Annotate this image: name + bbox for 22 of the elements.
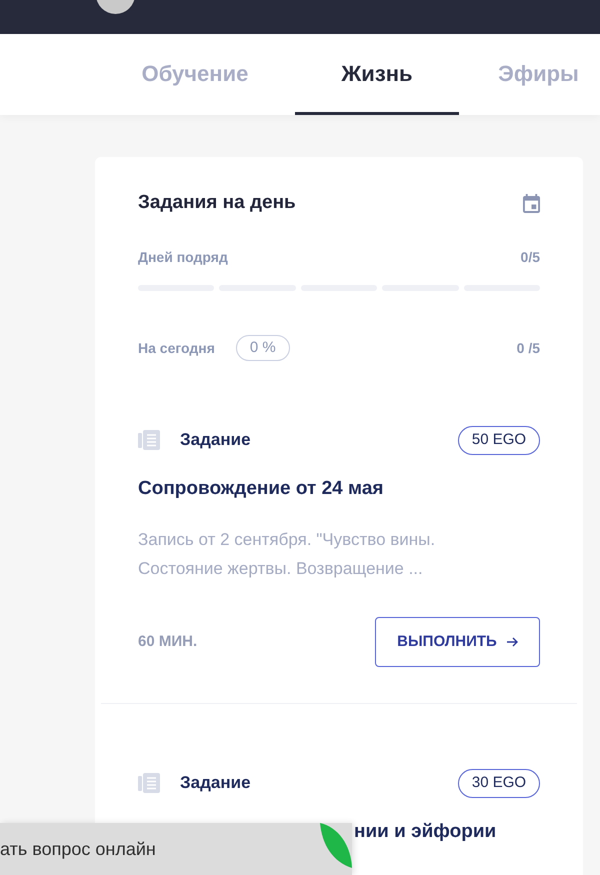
task-type-label: Задание [180, 772, 251, 794]
tab[interactable]: Жизнь [295, 34, 459, 115]
article-icon [138, 430, 160, 450]
streak-label: Дней подряд [138, 248, 228, 267]
calendar-icon[interactable] [523, 194, 540, 212]
today-count: 0 /5 [516, 338, 540, 358]
task-description: Запись от 2 сентября. "Чувство вины. Состояние жертвы. Возвращение ... [138, 529, 436, 580]
task-type-label: Задание [180, 429, 251, 452]
task-title: нии и эйфории [354, 820, 496, 844]
chat-button[interactable]: ать вопрос онлайн [0, 823, 352, 875]
duration-text: 60 МИН. [138, 632, 198, 652]
today-label: На сегодня [138, 338, 215, 358]
streak-count: 0/5 [520, 248, 540, 266]
percent-badge: 0 % [236, 335, 290, 361]
reward-badge: 50 EGO [458, 426, 540, 454]
article-icon [138, 773, 160, 793]
arrow-right-icon [506, 637, 518, 647]
card-title: Задания на день [138, 191, 296, 215]
task-title: Сопровождение от 24 мая [138, 477, 384, 501]
complete-button[interactable]: ВЫПОЛНИТЬ [375, 617, 540, 667]
reward-badge: 30 EGO [458, 768, 540, 798]
leaf-icon [320, 823, 352, 868]
